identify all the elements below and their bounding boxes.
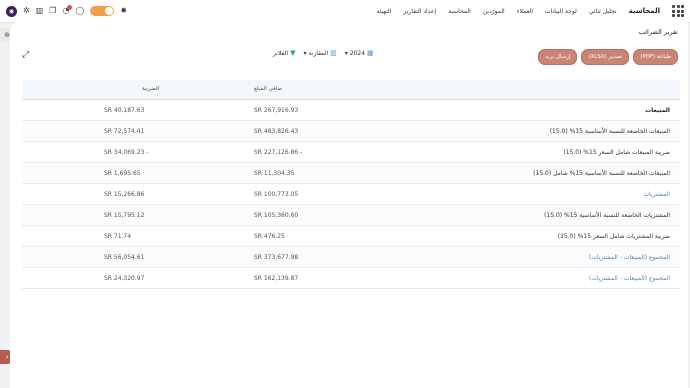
row-label: المبيعات الخاضعة للنسبة الأساسية 15% (15… [549,128,670,135]
expand-icon[interactable]: ⤢ [22,50,29,60]
send-email-button[interactable]: إرسال بريد [538,49,578,65]
filter-menu[interactable]: الفلاتر ▼ [273,49,295,57]
dark-mode-toggle[interactable] [90,6,115,16]
tax-amount-cell: SR 34,069.23 - [104,149,149,156]
tax-amount-cell: SR 24,320.97 [104,275,145,282]
date-menu[interactable]: ▾ 2024 ▦ [345,49,374,57]
table-row[interactable]: المبيعات SR 267,916.93 SR 40,187.63 [22,100,680,121]
net-amount-cell: SR 483,826.43 [254,128,299,135]
net-amount-cell: SR 476.25 [254,233,285,240]
chart-icon: ▥ [330,49,337,57]
table-row[interactable]: المبيعات الخاضعة للنسبة الأساسية 15% (15… [22,121,680,142]
chevron-down-icon: ▾ [344,49,348,57]
building-icon[interactable]: ▥ [36,7,44,15]
tax-amount-cell: SR 56,054.61 [104,254,145,261]
tax-amount-cell: SR 15,795.12 [104,212,145,219]
bug-icon[interactable]: ✲ [23,7,30,15]
report-filters: الفلاتر ▼ ▾ المقارنة ▥ ▾ 2024 ▦ [273,49,374,57]
user-avatar[interactable]: ◉ [6,5,17,17]
export-xlsx-button[interactable]: تصدير (XLSX) [581,49,630,65]
table-row[interactable]: ضريبة المشتريات شامل السعر 15% (15.0) SR … [22,226,680,247]
menu-item-reporting[interactable]: إعداد التقارير [403,8,436,15]
net-amount-cell: SR 11,304.35 [254,170,295,177]
net-amount-cell: SR 267,916.93 [254,107,299,114]
menu-item-analysis[interactable]: تحليل ثنائي [589,8,617,15]
table-row[interactable]: المشتريات الخاضعة للنسبة الأساسية 15% (1… [22,205,680,226]
row-label: ضريبة المشتريات شامل السعر 15% (15.0) [557,233,670,240]
row-label: المبيعات الخاضعة للنسبة الأساسية 15% شام… [533,170,670,177]
net-amount-cell: SR 100,773.05 [254,191,299,198]
systray: ◉ ✲ ▥ ❐ ◔ ◯ ✸ [6,3,127,19]
tax-amount-cell: SR 15,266.86 [104,191,145,198]
apps-grid-icon[interactable] [672,5,684,17]
table-header: صافي المبلغ الضريبة [22,80,680,100]
net-amount-cell: SR 373,677.98 [254,254,299,261]
table-row[interactable]: ضريبة المبيعات شامل السعر 15% (15.0) SR 2… [22,142,680,163]
table-row[interactable]: المشتريات SR 100,773.05 SR 15,266.86 [22,184,680,205]
filter-label: الفلاتر [273,49,289,57]
page-title: تقرير الضرائب [638,28,678,36]
table-body: المبيعات SR 267,916.93 SR 40,187.63 المبيعا… [22,100,680,289]
report-card: تقرير الضرائب طباعة (PDF) تصدير (XLSX) إ… [10,22,688,388]
tax-amount-cell: SR 40,187.63 [104,107,145,114]
comparison-menu[interactable]: ▾ المقارنة ▥ [303,49,336,57]
calendar-icon: ▦ [367,49,374,57]
filter-icon: ▼ [290,49,296,57]
table-row[interactable]: المجموع (المبيعات - المشتريات) SR 162,139… [22,268,680,289]
report-actions: طباعة (PDF) تصدير (XLSX) إرسال بريد [538,49,678,65]
row-label[interactable]: المجموع (المبيعات - المشتريات) [589,275,670,282]
net-amount-header: صافي المبلغ [254,86,283,92]
print-pdf-button[interactable]: طباعة (PDF) [633,49,678,65]
row-label[interactable]: المجموع (المبيعات - المشتريات) [589,254,670,261]
tax-amount-cell: SR 1,695.65 [104,170,141,177]
menu-item-accounting[interactable]: المحاسبة [448,8,471,15]
tax-header: الضريبة [142,86,160,92]
row-label: المشتريات الخاضعة للنسبة الأساسية 15% (1… [544,212,670,219]
row-label[interactable]: المشتريات [643,191,670,198]
menu-item-vendors[interactable]: المورّدين [483,8,505,15]
top-navbar: ◉ ✲ ▥ ❐ ◔ ◯ ✸ المحاسبة تحليل ثنائي لوحة … [0,0,690,23]
table-row[interactable]: المجموع (المبيعات - المشتريات) SR 373,677… [22,247,680,268]
row-label: المبيعات [645,107,670,114]
tax-amount-cell: SR 72,574.41 [104,128,145,135]
net-amount-cell: SR 105,360.60 [254,212,299,219]
chevron-down-icon: ▾ [303,49,307,57]
settings-icon[interactable]: ✸ [120,7,127,15]
chat-icon[interactable]: ◯ [75,7,84,15]
copy-icon[interactable]: ❐ [49,7,56,15]
menu-item-customers[interactable]: العملاء [517,8,533,15]
main-menu: المحاسبة تحليل ثنائي لوحة البيانات العمل… [376,0,684,22]
comparison-label: المقارنة [308,49,329,57]
menu-item-dashboard[interactable]: لوحة البيانات [545,8,577,15]
app-brand[interactable]: المحاسبة [629,7,660,15]
activity-icon[interactable]: ◔ [62,5,73,15]
net-amount-cell: SR 162,139.87 [254,275,299,282]
menu-item-configuration[interactable]: التهيئة [376,8,391,15]
table-row[interactable]: المبيعات الخاضعة للنسبة الأساسية 15% شام… [22,163,680,184]
year-label: 2024 [349,49,366,57]
tax-amount-cell: SR 71.74 [104,233,132,240]
net-amount-cell: SR 227,126.86 - [254,149,303,156]
row-label: ضريبة المبيعات شامل السعر 15% (15.0) [563,149,670,156]
tax-report-table: صافي المبلغ الضريبة المبيعات SR 267,916.9… [22,80,680,289]
